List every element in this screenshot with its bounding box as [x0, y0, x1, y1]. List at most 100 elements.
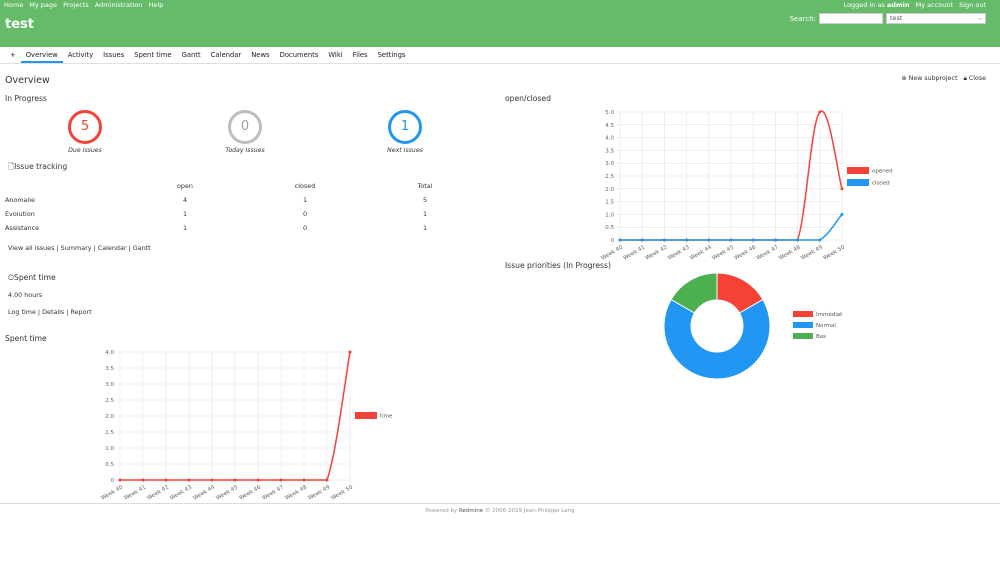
data-point: [729, 238, 733, 242]
data-point: [118, 478, 122, 482]
tab-calendar[interactable]: Calendar: [206, 48, 247, 63]
data-point: [187, 478, 191, 482]
today-issues-circle[interactable]: 0: [228, 110, 262, 144]
y-tick-label: 0: [611, 238, 615, 244]
legend-label: Normal: [816, 323, 836, 329]
tracker-link[interactable]: Anomalie: [5, 193, 145, 207]
spent-time-title: 🕓︎Spent time: [8, 273, 56, 282]
spent-time-links[interactable]: Log time | Details | Report: [8, 308, 92, 316]
data-point: [210, 478, 214, 482]
issue-links[interactable]: View all issues | Summary | Calendar | G…: [8, 244, 151, 252]
open-count-link[interactable]: 1: [145, 207, 225, 221]
total-count-link[interactable]: 1: [385, 221, 465, 235]
tab-activity[interactable]: Activity: [63, 48, 98, 63]
x-tick-label: Week 50: [330, 484, 354, 500]
x-tick-label: Week 46: [734, 244, 758, 260]
new-subproject-label: New subproject: [908, 75, 958, 82]
legend-swatch: [793, 333, 813, 339]
x-tick-label: Week 41: [123, 485, 147, 500]
y-tick-label: 1.0: [105, 446, 114, 452]
tab-overview[interactable]: Overview: [20, 48, 63, 63]
data-point: [840, 187, 844, 191]
tracker-link[interactable]: Evolution: [5, 207, 145, 221]
tab-spent-time[interactable]: Spent time: [129, 48, 176, 63]
account-menu: Logged in as admin My account Sign out: [840, 1, 986, 9]
data-point: [796, 238, 800, 242]
x-tick-label: Week 44: [689, 244, 713, 260]
spent-time-chart-title: Spent time: [5, 334, 47, 343]
table-header: open: [177, 182, 193, 190]
open-closed-chart: 00.51.01.52.02.53.03.54.04.55.0Week 40We…: [600, 110, 892, 260]
table-row: Evolution 1 0 1: [5, 207, 465, 221]
table-row: Assistance 1 0 1: [5, 221, 465, 235]
top-menu-administration[interactable]: Administration: [95, 1, 143, 9]
data-point: [141, 478, 145, 482]
my-account-link[interactable]: My account: [916, 1, 953, 9]
tab-files[interactable]: Files: [348, 48, 373, 63]
legend-swatch: [355, 412, 377, 419]
today-issues-label: Today Issues: [225, 147, 265, 154]
tab-gantt[interactable]: Gantt: [177, 48, 206, 63]
x-tick-label: Week 48: [778, 244, 802, 260]
tab-news[interactable]: News: [246, 48, 274, 63]
data-point: [662, 238, 666, 242]
x-tick-label: Week 45: [215, 484, 239, 500]
close-project-link[interactable]: 🔒︎ Close: [963, 75, 986, 83]
data-point: [707, 238, 711, 242]
total-count-link[interactable]: 1: [385, 207, 465, 221]
add-circle-icon: ⊕: [901, 75, 907, 82]
top-menu-help[interactable]: Help: [149, 1, 164, 9]
tab-issues[interactable]: Issues: [98, 48, 129, 63]
data-point: [325, 478, 329, 482]
data-point: [618, 238, 622, 242]
tab-documents[interactable]: Documents: [275, 48, 324, 63]
legend-label: Bas: [816, 334, 826, 340]
legend-swatch: [847, 179, 869, 186]
y-tick-label: 2.0: [605, 187, 614, 193]
open-count-link[interactable]: 4: [145, 193, 225, 207]
redmine-link[interactable]: Redmine: [459, 508, 483, 514]
top-menu-home[interactable]: Home: [4, 1, 23, 9]
closed-count-link[interactable]: 0: [225, 207, 385, 221]
top-menu-projects[interactable]: Projects: [63, 1, 89, 9]
tab-wiki[interactable]: Wiki: [323, 48, 347, 63]
new-subproject-link[interactable]: ⊕ New subproject: [901, 75, 957, 83]
spent-time-chart: 00.51.01.52.02.53.03.54.0Week 40 Week 41 W…: [100, 350, 393, 500]
data-point: [840, 212, 844, 216]
closed-count-link[interactable]: 0: [225, 221, 385, 235]
issue-tracking-table: open closed Total Anomalie 4 1 5 Evoluti…: [5, 179, 465, 235]
legend-label: closed: [872, 181, 890, 187]
tracker-link[interactable]: Assistance: [5, 221, 145, 235]
x-tick-label: Week 49: [800, 244, 824, 260]
open-count-link[interactable]: 1: [145, 221, 225, 235]
closed-count-link[interactable]: 1: [225, 193, 385, 207]
y-tick-label: 5.0: [605, 110, 614, 116]
data-point: [818, 110, 822, 114]
due-issues-label: Due Issues: [68, 147, 102, 154]
contextual-actions: ⊕ New subproject 🔒︎ Close: [901, 75, 986, 83]
y-tick-label: 2.5: [605, 174, 614, 180]
tab-new-object[interactable]: +: [5, 48, 21, 63]
current-user-link[interactable]: admin: [887, 1, 910, 9]
total-count-link[interactable]: 5: [385, 193, 465, 207]
next-issues-circle[interactable]: 1: [388, 110, 422, 144]
sign-out-link[interactable]: Sign out: [959, 1, 986, 9]
table-header: Total: [417, 182, 433, 190]
next-issues-label: Next Issues: [387, 147, 423, 154]
top-menu-my-page[interactable]: My page: [29, 1, 57, 9]
project-jump-select[interactable]: test ⌵: [886, 13, 986, 24]
search-input[interactable]: [819, 13, 883, 24]
x-tick-label: Week 45: [711, 244, 735, 260]
y-tick-label: 1.5: [105, 430, 114, 436]
y-tick-label: 1.0: [605, 212, 614, 218]
data-point: [233, 478, 237, 482]
footer: Powered by Redmine © 2006-2019 Jean-Phil…: [0, 503, 1000, 514]
tab-settings[interactable]: Settings: [373, 48, 411, 63]
x-tick-label: Week 47: [261, 484, 285, 500]
project-title: test: [5, 17, 34, 32]
x-tick-label: Week 48: [284, 484, 308, 500]
x-tick-label: Week 40: [600, 244, 624, 260]
data-point: [640, 238, 644, 242]
due-issues-circle[interactable]: 5: [68, 110, 102, 144]
legend-swatch: [793, 322, 813, 328]
